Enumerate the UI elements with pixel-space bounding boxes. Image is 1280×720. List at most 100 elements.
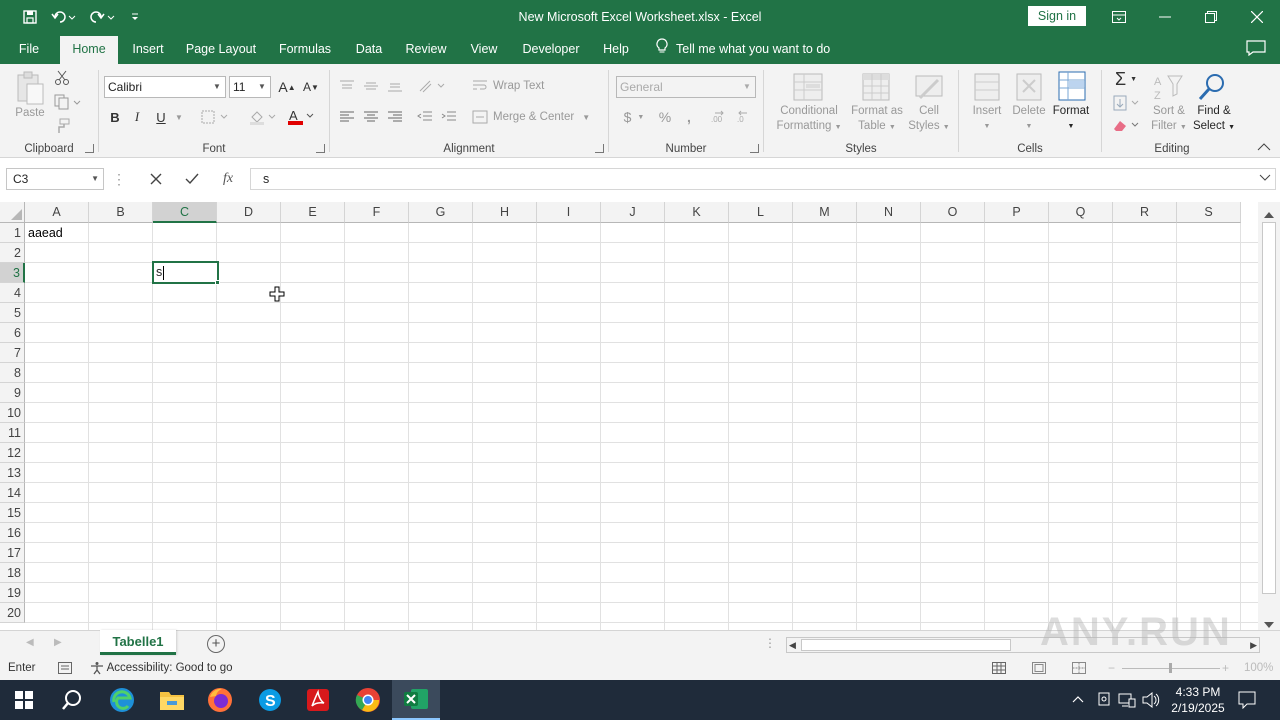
- column-header-c[interactable]: C: [153, 202, 217, 223]
- tab-formulas[interactable]: Formulas: [274, 34, 336, 64]
- column-header-b[interactable]: B: [89, 202, 153, 223]
- align-center-icon[interactable]: [360, 106, 382, 128]
- wrap-text-button[interactable]: Wrap Text: [472, 76, 552, 96]
- row-header-2[interactable]: 2: [0, 243, 25, 263]
- column-header-f[interactable]: F: [345, 202, 409, 223]
- fill-color-icon[interactable]: [247, 106, 279, 128]
- conditional-formatting-icon[interactable]: [788, 70, 828, 104]
- accessibility-status[interactable]: Accessibility: Good to go: [90, 661, 232, 675]
- expand-formula-bar-icon[interactable]: [1259, 169, 1271, 189]
- page-break-view-icon[interactable]: [1072, 662, 1086, 677]
- sign-in-button[interactable]: Sign in: [1028, 6, 1086, 26]
- align-left-icon[interactable]: [336, 106, 358, 128]
- increase-font-size-icon[interactable]: A ▲: [277, 76, 297, 98]
- decrease-decimal-icon[interactable]: .0: [733, 106, 755, 128]
- row-header-10[interactable]: 10: [0, 403, 25, 423]
- comma-button[interactable]: ,: [679, 106, 699, 128]
- select-all-button[interactable]: [0, 202, 25, 223]
- chrome-icon[interactable]: [344, 680, 392, 720]
- prev-sheet-icon[interactable]: ◀: [26, 637, 34, 648]
- insert-cells-icon[interactable]: [971, 70, 1003, 104]
- number-format-select[interactable]: General ▼: [616, 76, 756, 98]
- row-header-9[interactable]: 9: [0, 383, 25, 403]
- find-select-label[interactable]: Find & Select ▼: [1190, 104, 1238, 135]
- paste-icon[interactable]: [12, 68, 48, 108]
- middle-align-icon[interactable]: [360, 76, 382, 96]
- row-header-15[interactable]: 15: [0, 503, 25, 523]
- column-header-m[interactable]: M: [793, 202, 857, 223]
- close-icon[interactable]: [1234, 0, 1280, 34]
- confirm-entry-icon[interactable]: [180, 168, 204, 190]
- scroll-up-icon[interactable]: [1263, 208, 1275, 222]
- ribbon-display-options-icon[interactable]: [1096, 0, 1142, 34]
- next-sheet-icon[interactable]: ▶: [54, 637, 62, 648]
- excel-taskbar-icon[interactable]: [392, 680, 440, 720]
- row-header-1[interactable]: 1: [0, 223, 25, 243]
- formula-input[interactable]: s: [250, 168, 1276, 190]
- active-cell-c3[interactable]: s: [152, 261, 219, 284]
- row-header-18[interactable]: 18: [0, 563, 25, 583]
- insert-function-button[interactable]: fx: [216, 168, 240, 190]
- show-hidden-icons-icon[interactable]: [1072, 692, 1084, 706]
- network-icon[interactable]: [1118, 692, 1136, 711]
- row-header-20[interactable]: 20: [0, 603, 25, 623]
- horizontal-scroll-thumb[interactable]: [801, 639, 1011, 651]
- column-header-j[interactable]: J: [601, 202, 665, 223]
- sheet-tab-tabelle1[interactable]: Tabelle1: [100, 630, 176, 655]
- search-icon[interactable]: [48, 680, 96, 720]
- cell-styles-icon[interactable]: [912, 70, 946, 104]
- clear-icon[interactable]: [1110, 114, 1142, 136]
- column-header-l[interactable]: L: [729, 202, 793, 223]
- format-label[interactable]: Format ▼: [1047, 104, 1095, 134]
- column-header-s[interactable]: S: [1177, 202, 1241, 223]
- orientation-icon[interactable]: [416, 76, 448, 96]
- sort-filter-label[interactable]: Sort & Filter ▼: [1146, 104, 1192, 135]
- italic-button[interactable]: I: [127, 106, 147, 128]
- scroll-right-icon[interactable]: ▶: [1250, 640, 1257, 651]
- row-header-3[interactable]: 3: [0, 263, 25, 283]
- underline-button[interactable]: U: [151, 106, 171, 128]
- acrobat-icon[interactable]: [294, 680, 342, 720]
- column-header-n[interactable]: N: [857, 202, 921, 223]
- name-box[interactable]: C3 ▼: [6, 168, 104, 190]
- row-header-19[interactable]: 19: [0, 583, 25, 603]
- align-right-icon[interactable]: [384, 106, 406, 128]
- tab-insert[interactable]: Insert: [126, 34, 170, 64]
- clipboard-launcher-icon[interactable]: [85, 144, 94, 153]
- column-header-d[interactable]: D: [217, 202, 281, 223]
- scroll-left-icon[interactable]: ◀: [789, 640, 796, 651]
- tell-me-search[interactable]: Tell me what you want to do: [656, 34, 830, 64]
- zoom-slider[interactable]: [1122, 663, 1220, 673]
- font-size-select[interactable]: 11 ▼: [229, 76, 271, 98]
- normal-view-icon[interactable]: [992, 662, 1006, 677]
- find-select-icon[interactable]: [1194, 70, 1230, 104]
- row-header-16[interactable]: 16: [0, 523, 25, 543]
- windows-start-icon[interactable]: [0, 680, 48, 720]
- tab-view[interactable]: View: [464, 34, 504, 64]
- bottom-align-icon[interactable]: [384, 76, 406, 96]
- format-as-table-icon[interactable]: [858, 70, 894, 104]
- column-header-i[interactable]: I: [537, 202, 601, 223]
- macro-record-icon[interactable]: [58, 662, 72, 677]
- alignment-launcher-icon[interactable]: [595, 144, 604, 153]
- format-as-table-label[interactable]: Format as Table ▼: [846, 104, 908, 135]
- collapse-ribbon-icon[interactable]: [1254, 140, 1274, 154]
- bold-button[interactable]: B: [105, 106, 125, 128]
- fill-handle[interactable]: [215, 280, 220, 285]
- increase-indent-icon[interactable]: [438, 106, 460, 128]
- increase-decimal-icon[interactable]: .00: [709, 106, 731, 128]
- cancel-entry-icon[interactable]: [144, 168, 168, 190]
- cell-a1[interactable]: aaead: [25, 223, 63, 243]
- system-clock[interactable]: 4:33 PM 2/19/2025: [1162, 684, 1234, 716]
- row-header-14[interactable]: 14: [0, 483, 25, 503]
- zoom-out-icon[interactable]: −: [1108, 661, 1115, 675]
- cut-icon[interactable]: [52, 68, 72, 88]
- zoom-level[interactable]: 100%: [1244, 662, 1273, 674]
- font-color-icon[interactable]: A: [285, 106, 317, 128]
- row-header-17[interactable]: 17: [0, 543, 25, 563]
- edge-icon[interactable]: [98, 680, 146, 720]
- firefox-icon[interactable]: [196, 680, 244, 720]
- sort-filter-icon[interactable]: AZ: [1150, 70, 1186, 104]
- page-layout-view-icon[interactable]: [1032, 662, 1046, 677]
- network-device-icon[interactable]: [1096, 691, 1112, 712]
